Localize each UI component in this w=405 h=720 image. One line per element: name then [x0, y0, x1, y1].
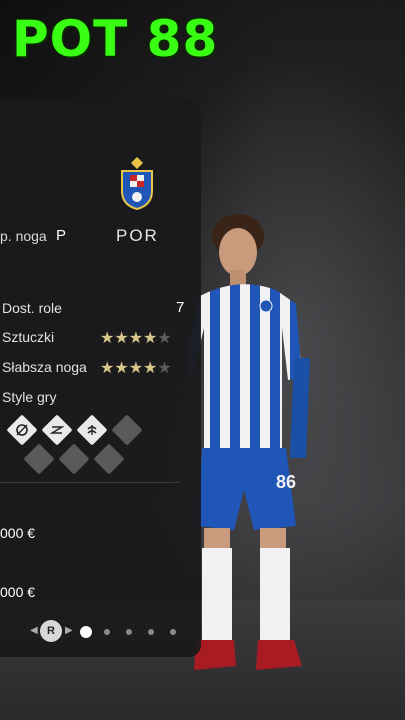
- page-dot[interactable]: [170, 629, 176, 635]
- page-left-arrow-icon[interactable]: ◀: [30, 625, 38, 636]
- r-stick-button[interactable]: R: [40, 620, 62, 642]
- club-code: POR: [116, 226, 159, 245]
- page-indicator: ◀ R ▶: [30, 620, 190, 644]
- star-filled-icon: ★: [114, 360, 129, 377]
- headline-potential: POT 88: [12, 10, 219, 68]
- star-filled-icon: ★: [114, 330, 129, 347]
- star-filled-icon: ★: [128, 330, 144, 347]
- alt-positions-label: Dost. role: [2, 300, 62, 316]
- page-dot[interactable]: [148, 629, 154, 635]
- finance-value-1: 000 €: [0, 525, 36, 541]
- page-dot-active[interactable]: [80, 626, 92, 638]
- preferred-foot-label: p. noga: [0, 228, 47, 244]
- skill-moves-stars: ★★★★★: [100, 328, 172, 348]
- section-divider: [0, 482, 180, 483]
- playstyle-empty-slot: [23, 443, 55, 475]
- player-model: 86: [190, 214, 310, 670]
- playstyle-empty-slot: [58, 443, 90, 475]
- star-filled-icon: ★: [143, 360, 158, 377]
- star-filled-icon: ★: [100, 330, 115, 347]
- alt-positions-value: 7: [176, 299, 185, 316]
- fc-porto-crest-icon: [121, 157, 153, 211]
- star-empty-icon: ★: [157, 330, 172, 347]
- playstyles-label: Style gry: [2, 389, 57, 405]
- star-filled-icon: ★: [128, 360, 144, 377]
- page-dot[interactable]: [126, 629, 132, 635]
- finance-value-2: 000 €: [0, 584, 36, 600]
- playstyle-empty-slot: [93, 443, 125, 475]
- page-right-arrow-icon[interactable]: ▶: [65, 625, 73, 636]
- trickster-icon[interactable]: [41, 414, 73, 446]
- finesse-shot-icon[interactable]: [6, 414, 38, 446]
- weak-foot-label: Słabsza noga: [2, 359, 87, 375]
- preferred-foot-value: P: [56, 227, 67, 244]
- star-filled-icon: ★: [100, 360, 115, 377]
- svg-text:86: 86: [276, 472, 296, 492]
- star-filled-icon: ★: [143, 330, 158, 347]
- player-info-panel: POR p. noga P Dost. role 7 Sztuczki ★★★★…: [0, 99, 201, 657]
- skill-moves-label: Sztuczki: [2, 329, 55, 345]
- playstyle-empty-slot: [111, 414, 143, 446]
- weak-foot-stars: ★★★★★: [100, 358, 172, 378]
- star-empty-icon: ★: [157, 360, 172, 377]
- first-touch-icon[interactable]: [76, 414, 108, 446]
- page-dot[interactable]: [104, 629, 110, 635]
